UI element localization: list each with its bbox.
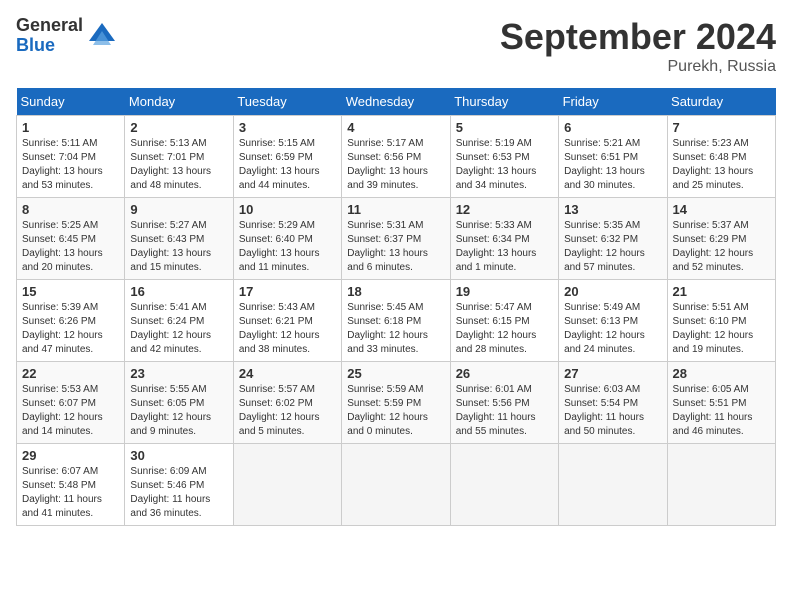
table-row: 11 Sunrise: 5:31 AM Sunset: 6:37 PM Dayl…	[342, 198, 450, 280]
col-friday: Friday	[559, 88, 667, 116]
logo: General Blue	[16, 16, 117, 56]
table-row: 3 Sunrise: 5:15 AM Sunset: 6:59 PM Dayli…	[233, 116, 341, 198]
logo-icon	[87, 21, 117, 51]
table-row: 27 Sunrise: 6:03 AM Sunset: 5:54 PM Dayl…	[559, 362, 667, 444]
table-row: 10 Sunrise: 5:29 AM Sunset: 6:40 PM Dayl…	[233, 198, 341, 280]
table-row: 18 Sunrise: 5:45 AM Sunset: 6:18 PM Dayl…	[342, 280, 450, 362]
table-row: 29 Sunrise: 6:07 AM Sunset: 5:48 PM Dayl…	[17, 444, 125, 526]
month-title: September 2024	[500, 16, 776, 58]
table-row: 12 Sunrise: 5:33 AM Sunset: 6:34 PM Dayl…	[450, 198, 558, 280]
table-row: 22 Sunrise: 5:53 AM Sunset: 6:07 PM Dayl…	[17, 362, 125, 444]
table-row: 6 Sunrise: 5:21 AM Sunset: 6:51 PM Dayli…	[559, 116, 667, 198]
table-row: 9 Sunrise: 5:27 AM Sunset: 6:43 PM Dayli…	[125, 198, 233, 280]
page-header: General Blue September 2024 Purekh, Russ…	[16, 16, 776, 76]
col-sunday: Sunday	[17, 88, 125, 116]
table-row: 17 Sunrise: 5:43 AM Sunset: 6:21 PM Dayl…	[233, 280, 341, 362]
col-tuesday: Tuesday	[233, 88, 341, 116]
table-row: 20 Sunrise: 5:49 AM Sunset: 6:13 PM Dayl…	[559, 280, 667, 362]
calendar-week-1: 1 Sunrise: 5:11 AM Sunset: 7:04 PM Dayli…	[17, 116, 776, 198]
table-row: 28 Sunrise: 6:05 AM Sunset: 5:51 PM Dayl…	[667, 362, 775, 444]
table-row: 8 Sunrise: 5:25 AM Sunset: 6:45 PM Dayli…	[17, 198, 125, 280]
calendar-week-4: 22 Sunrise: 5:53 AM Sunset: 6:07 PM Dayl…	[17, 362, 776, 444]
table-row: 24 Sunrise: 5:57 AM Sunset: 6:02 PM Dayl…	[233, 362, 341, 444]
table-row: 26 Sunrise: 6:01 AM Sunset: 5:56 PM Dayl…	[450, 362, 558, 444]
table-row: 21 Sunrise: 5:51 AM Sunset: 6:10 PM Dayl…	[667, 280, 775, 362]
logo-general: General	[16, 16, 83, 36]
table-row: 7 Sunrise: 5:23 AM Sunset: 6:48 PM Dayli…	[667, 116, 775, 198]
col-saturday: Saturday	[667, 88, 775, 116]
table-row: 5 Sunrise: 5:19 AM Sunset: 6:53 PM Dayli…	[450, 116, 558, 198]
calendar-week-2: 8 Sunrise: 5:25 AM Sunset: 6:45 PM Dayli…	[17, 198, 776, 280]
calendar-week-3: 15 Sunrise: 5:39 AM Sunset: 6:26 PM Dayl…	[17, 280, 776, 362]
table-row: 19 Sunrise: 5:47 AM Sunset: 6:15 PM Dayl…	[450, 280, 558, 362]
logo-blue: Blue	[16, 36, 83, 56]
logo-text: General Blue	[16, 16, 83, 56]
empty-cell	[559, 444, 667, 526]
table-row: 25 Sunrise: 5:59 AM Sunset: 5:59 PM Dayl…	[342, 362, 450, 444]
table-row: 16 Sunrise: 5:41 AM Sunset: 6:24 PM Dayl…	[125, 280, 233, 362]
table-row: 2 Sunrise: 5:13 AM Sunset: 7:01 PM Dayli…	[125, 116, 233, 198]
calendar-header-row: Sunday Monday Tuesday Wednesday Thursday…	[17, 88, 776, 116]
empty-cell	[667, 444, 775, 526]
col-wednesday: Wednesday	[342, 88, 450, 116]
empty-cell	[342, 444, 450, 526]
calendar-table: Sunday Monday Tuesday Wednesday Thursday…	[16, 88, 776, 526]
calendar-week-5: 29 Sunrise: 6:07 AM Sunset: 5:48 PM Dayl…	[17, 444, 776, 526]
location-subtitle: Purekh, Russia	[500, 58, 776, 76]
col-thursday: Thursday	[450, 88, 558, 116]
empty-cell	[450, 444, 558, 526]
table-row: 14 Sunrise: 5:37 AM Sunset: 6:29 PM Dayl…	[667, 198, 775, 280]
empty-cell	[233, 444, 341, 526]
table-row: 15 Sunrise: 5:39 AM Sunset: 6:26 PM Dayl…	[17, 280, 125, 362]
title-section: September 2024 Purekh, Russia	[500, 16, 776, 76]
table-row: 13 Sunrise: 5:35 AM Sunset: 6:32 PM Dayl…	[559, 198, 667, 280]
table-row: 23 Sunrise: 5:55 AM Sunset: 6:05 PM Dayl…	[125, 362, 233, 444]
table-row: 1 Sunrise: 5:11 AM Sunset: 7:04 PM Dayli…	[17, 116, 125, 198]
col-monday: Monday	[125, 88, 233, 116]
table-row: 4 Sunrise: 5:17 AM Sunset: 6:56 PM Dayli…	[342, 116, 450, 198]
table-row: 30 Sunrise: 6:09 AM Sunset: 5:46 PM Dayl…	[125, 444, 233, 526]
